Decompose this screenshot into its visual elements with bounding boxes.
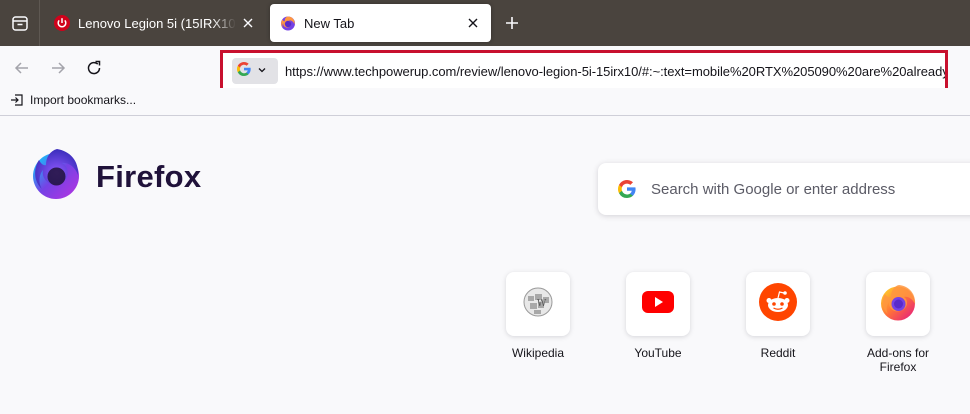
reddit-icon [758, 282, 798, 327]
address-bar[interactable]: https://www.techpowerup.com/review/lenov… [220, 50, 948, 92]
bookmarks-toolbar: Import bookmarks... [0, 88, 970, 116]
plus-icon[interactable] [500, 11, 524, 35]
shortcut-label: Wikipedia [511, 346, 565, 360]
firefox-addons-icon [878, 282, 918, 327]
shortcut-tile[interactable] [626, 272, 690, 336]
firefox-icon [30, 147, 82, 206]
tab-title: New Tab [304, 15, 355, 31]
close-tab-icon[interactable] [236, 11, 260, 35]
bookmark-label: Import bookmarks... [30, 93, 137, 107]
chevron-down-icon [257, 62, 267, 80]
reload-icon[interactable] [81, 55, 107, 81]
close-tab-icon[interactable] [461, 11, 485, 35]
arrow-right-icon[interactable] [45, 55, 71, 81]
brand-wordmark: Firefox [96, 158, 202, 194]
google-g-icon [237, 61, 251, 81]
import-icon [10, 93, 24, 107]
tab-strip: Lenovo Legion 5i (15IRX10) Revi New Tab [0, 0, 970, 46]
shortcut-tile[interactable] [746, 272, 810, 336]
techpowerup-power-icon [54, 15, 70, 31]
youtube-icon [642, 290, 674, 319]
arrow-left-icon[interactable] [9, 55, 35, 81]
shortcut-label: Add-ons for Firefox [866, 346, 930, 374]
shortcut-youtube[interactable]: YouTube [608, 272, 708, 360]
shortcut-reddit[interactable]: Reddit [728, 272, 828, 360]
new-tab-page: Firefox Search with Google or enter addr… [0, 117, 970, 414]
tab-title: Lenovo Legion 5i (15IRX10) Revi [78, 15, 236, 31]
tab-lenovo-review[interactable]: Lenovo Legion 5i (15IRX10) Revi [44, 4, 266, 42]
firefox-icon [280, 15, 296, 31]
firefox-logo: Firefox [30, 147, 201, 206]
shortcut-addons[interactable]: Add-ons for Firefox [848, 272, 948, 374]
import-bookmarks-button[interactable]: Import bookmarks... [10, 93, 136, 107]
google-g-icon [618, 180, 636, 198]
search-engine-button[interactable] [232, 58, 278, 84]
shortcut-tile[interactable]: W [506, 272, 570, 336]
shortcut-wikipedia[interactable]: W Wikipedia [488, 272, 588, 360]
search-input[interactable]: Search with Google or enter address [598, 163, 970, 215]
tab-new-tab[interactable]: New Tab [270, 4, 491, 42]
tab-list-icon[interactable] [0, 0, 40, 46]
shortcut-label: Reddit [760, 346, 796, 360]
shortcut-label: YouTube [634, 346, 682, 360]
url-text[interactable]: https://www.techpowerup.com/review/lenov… [285, 64, 945, 79]
svg-text:W: W [537, 299, 547, 309]
wikipedia-globe-icon: W [522, 286, 554, 323]
search-placeholder: Search with Google or enter address [651, 180, 896, 198]
navigation-toolbar: https://www.techpowerup.com/review/lenov… [0, 46, 970, 92]
shortcut-tile[interactable] [866, 272, 930, 336]
